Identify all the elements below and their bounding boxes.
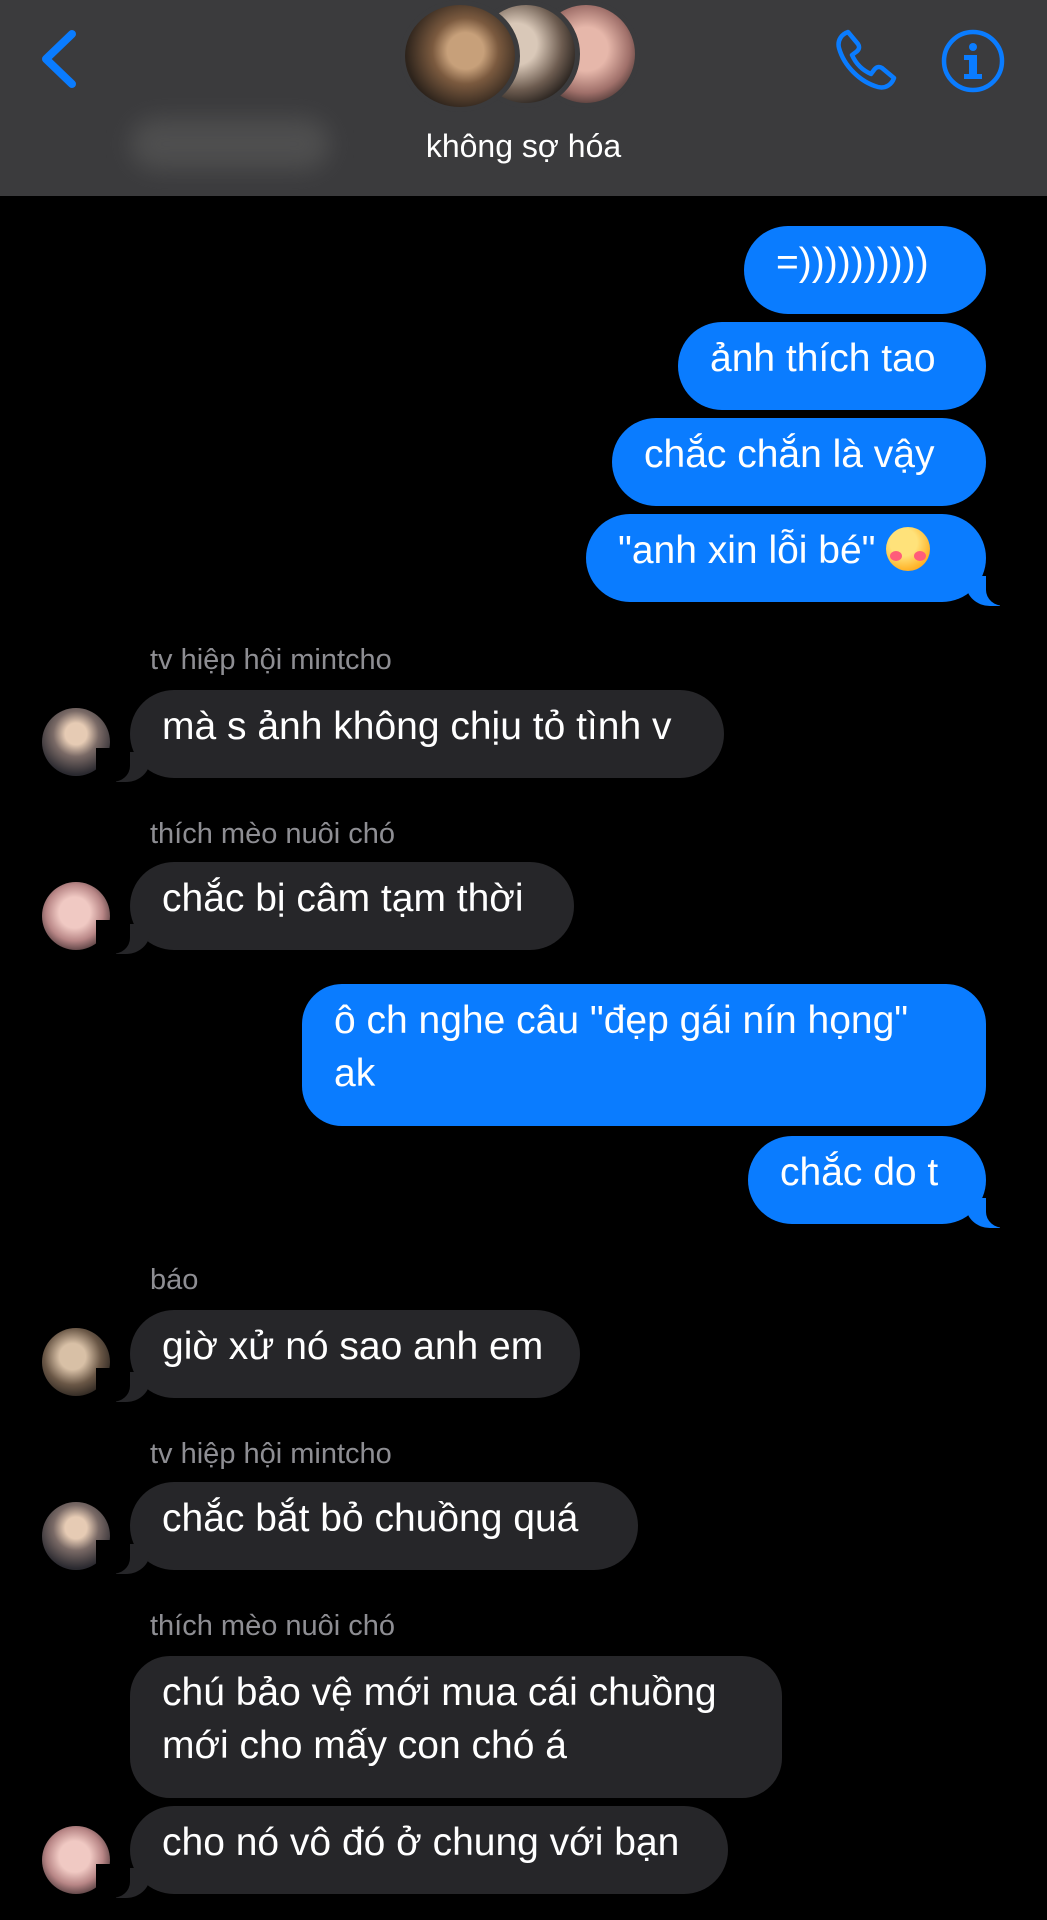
incoming-message[interactable]: chú bảo vệ mới mua cái chuồng mới cho mấ… [130,1656,782,1798]
sender-name: thích mèo nuôi chó [150,818,396,850]
phone-icon [836,29,897,90]
smiling-face-with-hearts-icon [885,527,930,571]
chat-title[interactable]: không sợ hóa [0,128,1047,165]
outgoing-message[interactable]: chắc chắn là vậy [612,418,986,506]
message-text: "anh xin lỗi bé" [618,529,876,572]
chevron-left-icon [42,30,76,88]
back-button[interactable] [36,26,86,92]
sender-name: báo [150,1264,199,1296]
group-avatar-stack[interactable] [400,0,640,112]
outgoing-message[interactable]: =)))))))))) [744,226,986,314]
incoming-message[interactable]: giờ xử nó sao anh em [96,1310,580,1402]
group-avatar [400,0,520,112]
sender-name: tv hiệp hội mintcho [150,644,392,676]
sender-name: tv hiệp hội mintcho [150,1438,392,1470]
incoming-message[interactable]: chắc bị câm tạm thời [96,862,574,954]
outgoing-message[interactable]: ô ch nghe câu "đẹp gái nín họng" ak [302,984,986,1126]
info-icon [941,29,1005,93]
info-button[interactable] [940,28,1006,94]
incoming-message[interactable]: chắc bắt bỏ chuồng quá [96,1482,638,1574]
incoming-message[interactable]: cho nó vô đó ở chung với bạn [96,1806,728,1898]
outgoing-message[interactable]: "anh xin lỗi bé" [586,514,1020,606]
outgoing-message[interactable]: chắc do t [748,1136,1020,1228]
incoming-message[interactable]: mà s ảnh không chịu tỏ tình v [96,690,724,782]
sender-name: thích mèo nuôi chó [150,1610,396,1642]
outgoing-message[interactable]: ảnh thích tao [678,322,986,410]
call-button[interactable] [832,26,900,94]
chat-header: không sợ hóa [0,0,1047,196]
